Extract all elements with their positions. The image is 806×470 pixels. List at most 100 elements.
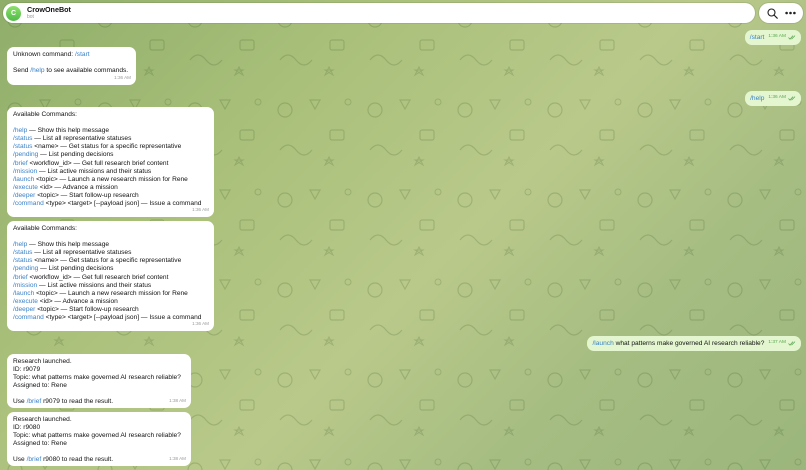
bot-avatar[interactable]: C — [6, 5, 21, 21]
help-command-row: /deeper <topic> — Start follow-up resear… — [13, 306, 208, 314]
help-command-row: /status — List all representative status… — [13, 135, 208, 143]
command-description: <type> <target> [--payload json] — Issue… — [43, 200, 202, 208]
command-link[interactable]: /command — [13, 314, 44, 321]
message-line: Use /brief r9080 to read the result. — [13, 456, 185, 464]
chat-subtitle: bot — [27, 13, 34, 20]
command-link[interactable]: /launch — [592, 340, 613, 347]
command-description: <topic> — Launch a new research mission … — [34, 175, 188, 183]
command-link[interactable]: /help — [13, 127, 27, 134]
command-link[interactable]: /brief — [27, 398, 42, 405]
message-text: r9079 to read the result. — [41, 398, 114, 406]
help-command-row: /help — Show this help message — [13, 127, 208, 135]
message-time: 1:37 AM — [768, 340, 786, 345]
message-text: Unknown command: — [13, 51, 75, 58]
command-link[interactable]: /mission — [13, 282, 37, 289]
command-link[interactable]: /status — [13, 257, 32, 264]
help-command-row: /status <name> — Get status for a specif… — [13, 143, 208, 151]
message-time: 1:38 AM — [169, 455, 186, 461]
message-time: 1:36 AM — [768, 95, 786, 100]
incoming-message-help-list[interactable]: Available Commands: /help — Show this he… — [7, 221, 214, 331]
message-time: 1:36 AM — [114, 74, 131, 80]
research-assignee: Assigned to: Rene — [13, 440, 67, 448]
outgoing-message-launch[interactable]: /launch what patterns make governed AI r… — [587, 336, 801, 351]
outgoing-message-help[interactable]: /help 1:36 AM — [745, 91, 801, 106]
message-line: Send /help to see available commands. — [13, 67, 130, 75]
research-id: ID: r9080 — [13, 424, 41, 432]
command-link[interactable]: /help — [750, 95, 764, 102]
command-description: — List all representative statuses — [32, 249, 132, 257]
help-command-row: /status <name> — Get status for a specif… — [13, 257, 208, 265]
double-check-icon — [788, 340, 796, 346]
command-link[interactable]: /status — [13, 143, 32, 150]
help-command-row: /help — Show this help message — [13, 241, 208, 249]
command-description: <name> — Get status for a specific repre… — [32, 257, 182, 265]
command-link[interactable]: /pending — [13, 265, 38, 272]
incoming-message-help-list[interactable]: Available Commands: /help — Show this he… — [7, 107, 214, 217]
help-command-row: /pending — List pending decisions — [13, 265, 208, 273]
command-description: <workflow_id> — Get full research brief … — [27, 273, 169, 281]
double-check-icon — [788, 95, 796, 101]
command-link[interactable]: /start — [75, 51, 90, 58]
message-text: Use — [13, 398, 27, 406]
command-link[interactable]: /launch — [13, 176, 34, 183]
incoming-message-research-launched[interactable]: Research launched. ID: r9080 Topic: what… — [7, 412, 191, 466]
search-icon[interactable] — [764, 5, 780, 21]
help-heading: Available Commands: — [13, 111, 78, 118]
message-text: what patterns make governed AI research … — [613, 339, 765, 347]
command-description: <topic> — Start follow-up research — [35, 305, 139, 313]
message-text: Send — [13, 67, 31, 75]
message-meta: 1:36 AM — [768, 94, 796, 102]
message-line: Research launched. — [13, 358, 72, 365]
command-link[interactable]: /deeper — [13, 306, 35, 313]
message-time: 1:38 AM — [169, 397, 186, 403]
command-link[interactable]: /status — [13, 135, 32, 142]
command-description: — List active missions and their status — [37, 167, 152, 175]
help-command-row: /mission — List active missions and thei… — [13, 282, 208, 290]
incoming-message-unknown[interactable]: Unknown command: /start Send /help to se… — [7, 47, 136, 85]
command-description: — List all representative statuses — [32, 135, 132, 143]
command-link[interactable]: /execute — [13, 184, 38, 191]
command-link[interactable]: /command — [13, 200, 44, 207]
command-description: <name> — Get status for a specific repre… — [32, 143, 182, 151]
command-link[interactable]: /start — [750, 34, 765, 41]
command-description: <topic> — Start follow-up research — [35, 191, 139, 199]
command-link[interactable]: /brief — [13, 274, 28, 281]
help-command-row: /execute <id> — Advance a mission — [13, 184, 208, 192]
command-link[interactable]: /brief — [27, 456, 42, 463]
help-command-row: /pending — List pending decisions — [13, 151, 208, 159]
chat-header[interactable]: C CrowOneBot bot — [3, 3, 755, 23]
command-link[interactable]: /launch — [13, 290, 34, 297]
research-assignee: Assigned to: Rene — [13, 382, 67, 390]
message-text: Use — [13, 456, 27, 464]
outgoing-message-start[interactable]: /start 1:36 AM — [744, 30, 801, 45]
command-link[interactable]: /deeper — [13, 192, 35, 199]
message-line: Unknown command: /start — [13, 51, 130, 59]
help-command-row: /brief <workflow_id> — Get full research… — [13, 160, 208, 168]
double-check-icon — [788, 34, 796, 40]
command-link[interactable]: /pending — [13, 151, 38, 158]
command-description: — List active missions and their status — [37, 281, 152, 289]
command-description: <id> — Advance a mission — [37, 183, 118, 191]
command-description: <id> — Advance a mission — [37, 297, 118, 305]
more-icon[interactable] — [782, 5, 798, 21]
message-meta: 1:36 AM — [768, 33, 796, 41]
help-heading: Available Commands: — [13, 225, 78, 232]
incoming-message-research-launched[interactable]: Research launched. ID: r9079 Topic: what… — [7, 354, 191, 408]
command-link[interactable]: /help — [30, 67, 44, 74]
help-command-row: /status — List all representative status… — [13, 249, 208, 257]
command-link[interactable]: /status — [13, 249, 32, 256]
command-link[interactable]: /brief — [13, 160, 28, 167]
help-command-list: /help — Show this help message/status — … — [13, 127, 208, 208]
help-command-row: /brief <workflow_id> — Get full research… — [13, 274, 208, 282]
message-text: r9080 to read the result. — [41, 456, 114, 464]
command-link[interactable]: /help — [13, 241, 27, 248]
help-command-row: /mission — List active missions and thei… — [13, 168, 208, 176]
help-command-row: /deeper <topic> — Start follow-up resear… — [13, 192, 208, 200]
command-description: — Show this help message — [27, 241, 110, 249]
command-description: <type> <target> [--payload json] — Issue… — [43, 314, 202, 322]
message-meta: 1:37 AM — [768, 339, 796, 347]
command-link[interactable]: /execute — [13, 298, 38, 305]
command-description: <workflow_id> — Get full research brief … — [27, 159, 169, 167]
command-link[interactable]: /mission — [13, 168, 37, 175]
help-command-row: /execute <id> — Advance a mission — [13, 298, 208, 306]
